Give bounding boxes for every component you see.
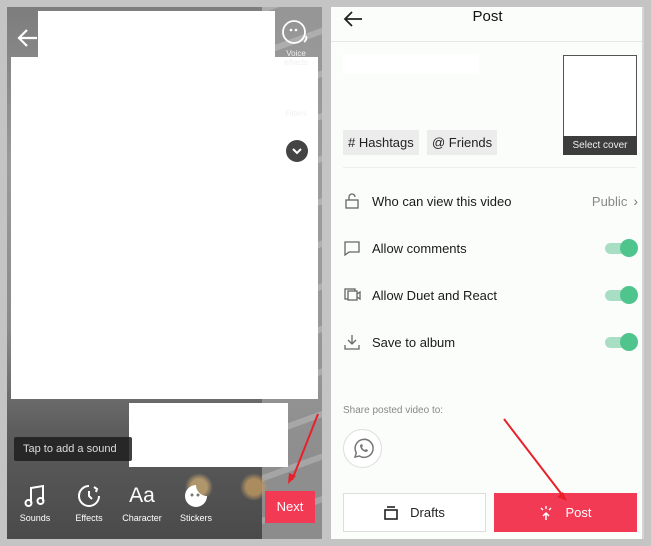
privacy-value: Public xyxy=(591,193,628,209)
redacted-area xyxy=(129,403,288,467)
filters-label: Filters xyxy=(285,109,307,118)
voice-effects-button[interactable]: Voice effects xyxy=(276,19,316,67)
character-button[interactable]: Aa Character xyxy=(116,482,168,523)
text-icon: Aa xyxy=(129,484,155,507)
sounds-button[interactable]: Sounds xyxy=(9,482,61,523)
filters-button[interactable]: Filters xyxy=(276,83,316,118)
page-title: Post xyxy=(472,8,503,25)
voice-effects-icon xyxy=(282,20,308,44)
save-to-album-label: Save to album xyxy=(372,334,456,350)
back-button[interactable] xyxy=(13,25,43,55)
comment-icon xyxy=(344,240,360,256)
sticker-icon xyxy=(185,485,207,507)
post-panel: Post # Hashtags @ Friends Select cover W… xyxy=(331,7,644,539)
privacy-setting[interactable]: Who can view this video Public › xyxy=(343,188,638,214)
select-cover-button[interactable]: Select cover xyxy=(563,55,637,155)
redacted-area xyxy=(11,57,318,399)
allow-comments-setting: Allow comments xyxy=(343,235,638,261)
allow-comments-toggle[interactable] xyxy=(605,239,638,257)
post-button[interactable]: Post xyxy=(494,493,637,532)
privacy-label: Who can view this video xyxy=(372,193,512,209)
save-to-album-toggle[interactable] xyxy=(605,333,638,351)
select-cover-label: Select cover xyxy=(563,136,637,155)
post-header: Post xyxy=(331,7,644,42)
stickers-button[interactable]: Stickers xyxy=(170,482,222,523)
allow-duet-toggle[interactable] xyxy=(605,286,638,304)
hashtags-button[interactable]: # Hashtags xyxy=(343,130,419,155)
next-button[interactable]: Next xyxy=(265,491,315,523)
filters-icon xyxy=(285,84,307,105)
sounds-label: Sounds xyxy=(19,513,51,523)
arrow-left-icon xyxy=(17,29,37,47)
video-editor-panel: Voice effects Filters Tap to add a sound… xyxy=(7,7,322,539)
share-whatsapp-button[interactable] xyxy=(343,429,382,468)
drafts-icon xyxy=(384,505,398,520)
voice-effects-label: Voice effects xyxy=(284,49,308,67)
add-sound-hint[interactable]: Tap to add a sound xyxy=(14,437,132,461)
effects-label: Effects xyxy=(75,513,103,523)
duet-icon xyxy=(343,288,361,301)
caption-input[interactable] xyxy=(343,54,479,74)
lock-icon xyxy=(345,193,359,209)
upload-sparkle-icon xyxy=(540,505,552,520)
allow-duet-label: Allow Duet and React xyxy=(372,287,498,303)
chevron-right-icon: › xyxy=(633,193,638,209)
friends-button[interactable]: @ Friends xyxy=(427,130,498,155)
allow-comments-label: Allow comments xyxy=(372,240,467,256)
scrollbar xyxy=(642,7,644,539)
cover-thumbnail xyxy=(564,56,636,136)
effects-button[interactable]: Effects xyxy=(63,482,115,523)
drafts-button[interactable]: Drafts xyxy=(343,493,486,532)
stickers-label: Stickers xyxy=(179,513,212,523)
character-label: Character xyxy=(122,513,162,523)
divider xyxy=(343,167,636,168)
download-icon xyxy=(344,335,360,350)
share-label: Share posted video to: xyxy=(343,405,444,416)
post-label: Post xyxy=(565,505,592,520)
expand-tools-button[interactable] xyxy=(286,140,308,162)
timer-icon xyxy=(78,485,100,507)
whatsapp-icon xyxy=(353,438,374,458)
music-note-icon xyxy=(24,484,45,507)
chevron-down-icon xyxy=(292,148,302,155)
allow-duet-setting: Allow Duet and React xyxy=(343,282,638,308)
save-to-album-setting: Save to album xyxy=(343,329,638,355)
drafts-label: Drafts xyxy=(410,505,445,520)
